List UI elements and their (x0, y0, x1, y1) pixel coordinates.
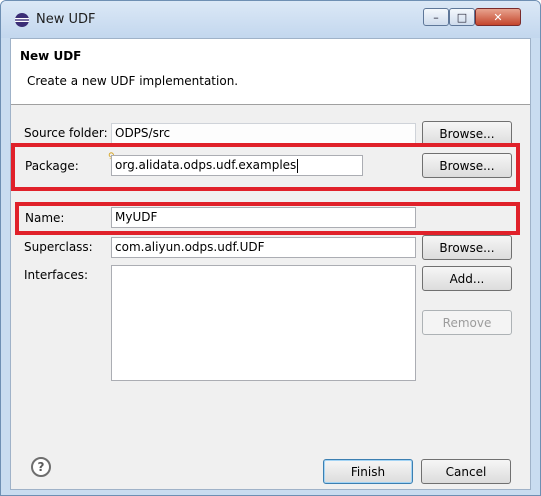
source-folder-label: Source folder: (24, 126, 108, 140)
finish-button[interactable]: Finish (323, 459, 413, 484)
superclass-input[interactable]: com.aliyun.odps.udf.UDF (111, 237, 416, 258)
name-input[interactable]: MyUDF (111, 207, 416, 228)
help-icon[interactable]: ? (31, 457, 51, 477)
cancel-button[interactable]: Cancel (421, 459, 511, 484)
wizard-header: New UDF Create a new UDF implementation. (11, 39, 530, 105)
interfaces-label: Interfaces: (24, 268, 89, 282)
dialog-body: New UDF Create a new UDF implementation.… (10, 38, 531, 490)
package-browse-button[interactable]: Browse... (422, 153, 512, 178)
source-folder-input[interactable]: ODPS/src (111, 123, 416, 144)
close-button[interactable]: ✕ (475, 8, 521, 26)
remove-interface-button[interactable]: Remove (422, 310, 512, 335)
superclass-browse-button[interactable]: Browse... (422, 235, 512, 260)
title-bar[interactable]: New UDF – □ ✕ (1, 1, 540, 38)
package-input[interactable]: org.alidata.odps.udf.examples (111, 155, 363, 176)
superclass-label: Superclass: (24, 240, 93, 254)
minimize-button[interactable]: – (423, 8, 449, 26)
new-udf-dialog: New UDF – □ ✕ New UDF Create a new UDF i… (0, 0, 541, 496)
text-cursor (297, 158, 299, 173)
window-title: New UDF (36, 12, 96, 27)
interfaces-list[interactable] (111, 265, 416, 381)
package-label: Package: (25, 159, 79, 173)
name-label: Name: (25, 211, 65, 225)
page-title: New UDF (20, 49, 82, 63)
eclipse-icon (15, 13, 29, 27)
add-interface-button[interactable]: Add... (422, 266, 512, 291)
page-description: Create a new UDF implementation. (27, 74, 239, 88)
maximize-button[interactable]: □ (449, 8, 475, 26)
